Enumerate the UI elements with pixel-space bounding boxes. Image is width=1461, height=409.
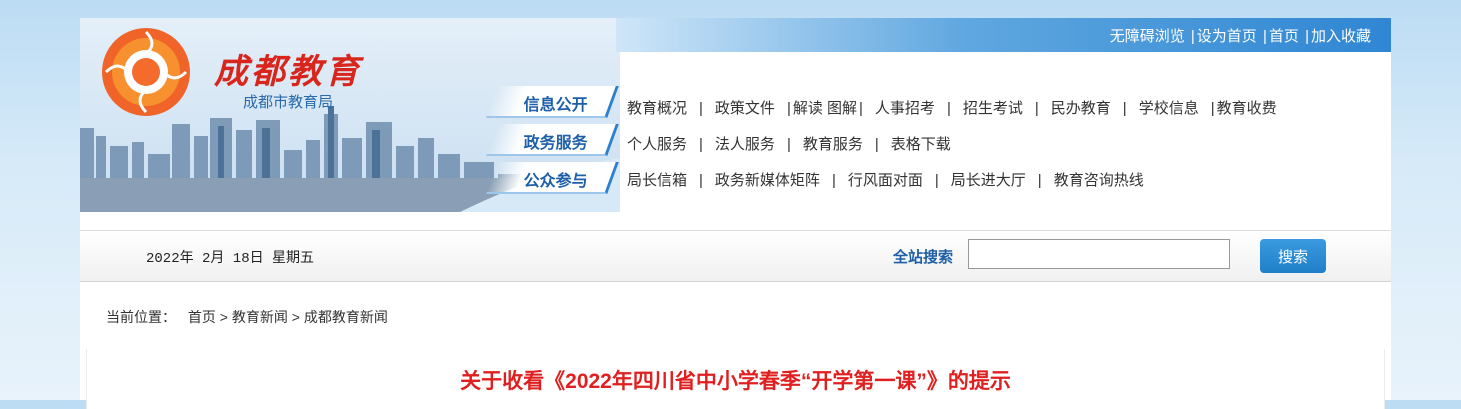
- nav-link-face-to-face[interactable]: 行风面对面: [848, 172, 923, 189]
- search-button[interactable]: 搜索: [1260, 239, 1326, 273]
- current-date: 2022年 2月 18日 星期五: [146, 251, 315, 267]
- nav-link-corporate-services[interactable]: 法人服务: [715, 136, 775, 153]
- breadcrumb-education-news-link[interactable]: 教育新闻: [232, 309, 288, 325]
- set-homepage-link[interactable]: 设为首页: [1197, 28, 1257, 45]
- nav-link-school-info[interactable]: 学校信息: [1139, 100, 1199, 117]
- search-input[interactable]: [968, 239, 1230, 269]
- nav-link-interpretation[interactable]: 解读 图解: [793, 100, 857, 117]
- logo-sun-icon: [102, 28, 190, 116]
- nav-row-participation: 局长信箱 | 政务新媒体矩阵 | 行风面对面 | 局长进大厅 | 教育咨询热线: [627, 172, 1144, 189]
- accessibility-link[interactable]: 无障碍浏览: [1110, 28, 1185, 45]
- home-link[interactable]: 首页: [1269, 28, 1299, 45]
- nav-label-info-disclosure[interactable]: 信息公开: [486, 86, 619, 118]
- page-container: 成都教育 成都市教育局 无障碍浏览 | 设为首页 | 首页 | 加入收藏 信息公开 政…: [80, 18, 1391, 409]
- nav-link-education-overview[interactable]: 教育概况: [627, 100, 687, 117]
- site-header: 成都教育 成都市教育局 无障碍浏览 | 设为首页 | 首页 | 加入收藏 信息公开 政…: [80, 18, 1391, 212]
- top-bar: 无障碍浏览 | 设为首页 | 首页 | 加入收藏: [616, 18, 1391, 52]
- nav-row-info: 教育概况 | 政策文件 | 解读 图解 | 人事招考 | 招生考试 | 民办教育 | 学校信息 | 教育收费: [627, 100, 1277, 117]
- nav-link-new-media-matrix[interactable]: 政务新媒体矩阵: [715, 172, 820, 189]
- nav-link-private-education[interactable]: 民办教育: [1051, 100, 1111, 117]
- breadcrumb-separator: >: [219, 309, 228, 325]
- nav-link-education-fees[interactable]: 教育收费: [1217, 100, 1277, 117]
- nav-link-enrollment-exams[interactable]: 招生考试: [963, 100, 1023, 117]
- breadcrumb-prefix: 当前位置：: [106, 309, 176, 325]
- nav-link-consultation-hotline[interactable]: 教育咨询热线: [1054, 172, 1144, 189]
- add-favorite-link[interactable]: 加入收藏: [1311, 28, 1371, 45]
- breadcrumb-separator: >: [291, 309, 300, 325]
- site-logo-subtitle: 成都市教育局: [243, 94, 334, 111]
- nav-link-policy-documents[interactable]: 政策文件: [715, 100, 775, 117]
- nav-link-director-mailbox[interactable]: 局长信箱: [627, 172, 687, 189]
- nav-label-gov-services[interactable]: 政务服务: [486, 124, 619, 156]
- site-logo-title: 成都教育: [214, 52, 362, 92]
- search-bar: 2022年 2月 18日 星期五 全站搜索 搜索: [80, 230, 1391, 282]
- nav-link-director-in-hall[interactable]: 局长进大厅: [951, 172, 1026, 189]
- article-container: 关于收看《2022年四川省中小学春季“开学第一课”》的提示: [86, 349, 1385, 409]
- search-label: 全站搜索: [893, 249, 954, 266]
- top-links: 无障碍浏览 | 设为首页 | 首页 | 加入收藏: [1109, 28, 1371, 45]
- nav-label-public-participation[interactable]: 公众参与: [486, 162, 619, 194]
- nav-link-personal-services[interactable]: 个人服务: [627, 136, 687, 153]
- nav-link-form-downloads[interactable]: 表格下载: [891, 136, 951, 153]
- breadcrumb-home-link[interactable]: 首页: [188, 309, 216, 325]
- nav-row-services: 个人服务 | 法人服务 | 教育服务 | 表格下载: [627, 136, 951, 153]
- article-title: 关于收看《2022年四川省中小学春季“开学第一课”》的提示: [460, 370, 1011, 393]
- breadcrumb-chengdu-news-link[interactable]: 成都教育新闻: [304, 309, 388, 325]
- nav-link-recruitment[interactable]: 人事招考: [875, 100, 935, 117]
- breadcrumb: 当前位置： 首页 > 教育新闻 > 成都教育新闻: [106, 307, 388, 327]
- nav-link-education-services[interactable]: 教育服务: [803, 136, 863, 153]
